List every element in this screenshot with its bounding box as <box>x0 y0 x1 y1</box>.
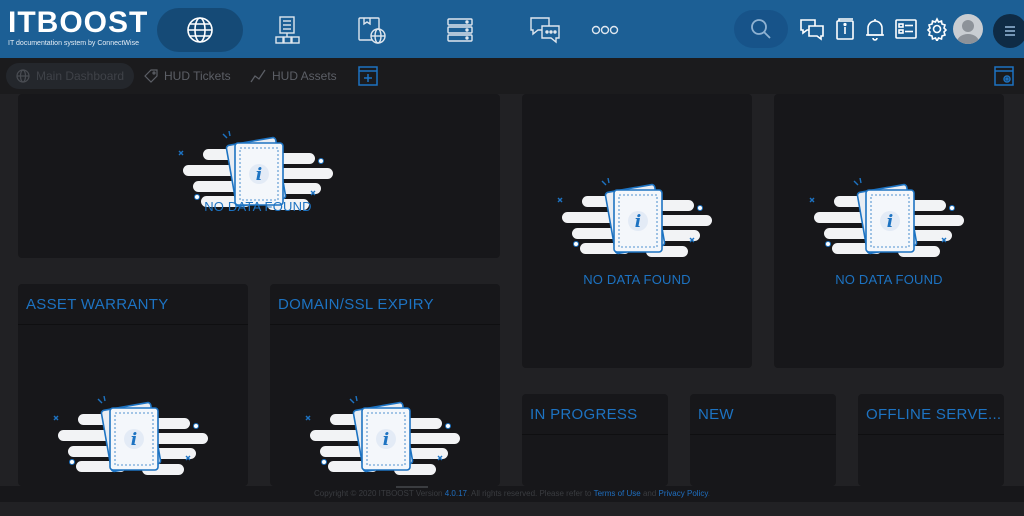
nav-more-button[interactable] <box>585 8 625 52</box>
no-data-icon: i <box>305 395 460 475</box>
tab-label: Main Dashboard <box>36 69 125 83</box>
widget-title: IN PROGRESS <box>530 406 638 423</box>
tag-icon <box>144 69 158 83</box>
widget-new: NEW <box>690 394 836 486</box>
rights-text: . All rights reserved. Please refer to <box>467 489 592 498</box>
globe-icon <box>16 69 30 83</box>
user-avatar[interactable] <box>953 14 983 44</box>
divider <box>18 324 248 325</box>
documents-globe-icon <box>358 17 386 44</box>
menu-button[interactable] <box>993 14 1024 48</box>
tab-label: HUD Assets <box>272 69 337 83</box>
divider <box>270 324 500 325</box>
chat-bubbles-button[interactable] <box>799 16 825 42</box>
bell-icon <box>866 19 884 41</box>
dashboard-button[interactable] <box>893 16 919 42</box>
terms-link[interactable]: Terms of Use <box>594 489 641 498</box>
logo-subtitle: IT documentation system by ConnectWise <box>8 40 139 47</box>
no-data-icon: i <box>53 395 208 475</box>
no-data-text: NO DATA FOUND <box>583 272 691 287</box>
svg-text:i: i <box>635 212 641 232</box>
no-data-text: NO DATA FOUND <box>835 272 943 287</box>
widget-title: DOMAIN/SSL EXPIRY <box>278 296 434 313</box>
no-data-icon: i <box>809 177 964 257</box>
widget-title: OFFLINE SERVE... <box>866 406 1002 423</box>
more-icon <box>591 25 619 35</box>
divider <box>522 434 668 435</box>
avatar-icon <box>957 20 979 44</box>
dashboard-tab-bar: Main Dashboard HUD Tickets HUD Assets <box>0 58 1024 94</box>
trend-icon <box>250 69 266 83</box>
widget-title: NEW <box>698 406 734 423</box>
no-data-placeholder: i NO DATA FOUND <box>804 177 974 298</box>
svg-text:i: i <box>887 212 893 232</box>
itboost-logo[interactable]: ITBOOST IT documentation system by Conne… <box>8 6 153 54</box>
svg-text:i: i <box>256 165 262 185</box>
tab-hud-tickets[interactable]: HUD Tickets <box>134 63 241 89</box>
no-data-icon: i <box>557 177 712 257</box>
nav-globe-button[interactable] <box>157 8 243 52</box>
menu-icon <box>1005 26 1015 36</box>
widget-top-left: i NO DATA FOUND <box>18 94 500 258</box>
divider <box>858 434 1004 435</box>
add-dashboard-icon <box>358 66 378 86</box>
organizations-icon <box>275 16 300 44</box>
nav-chat-button[interactable] <box>525 8 565 52</box>
privacy-link[interactable]: Privacy Policy <box>659 489 708 498</box>
version-link[interactable]: 4.0.17 <box>445 489 467 498</box>
notifications-button[interactable] <box>862 16 888 42</box>
footer: Copyright © 2020 ITBOOST Version 4.0.17.… <box>0 486 1024 502</box>
search-button[interactable] <box>734 10 788 48</box>
no-data-text: NO DATA FOUND <box>204 199 312 214</box>
scroll-indicator[interactable] <box>396 486 428 488</box>
svg-text:i: i <box>131 430 137 450</box>
copyright-text: Copyright © 2020 ITBOOST Version <box>314 489 443 498</box>
widget-top-right: i NO DATA FOUND <box>774 94 1004 368</box>
book-icon <box>836 18 854 40</box>
globe-icon <box>187 17 213 43</box>
tab-main-dashboard[interactable]: Main Dashboard <box>6 63 135 89</box>
dashboard-settings-button[interactable] <box>993 65 1015 92</box>
chat-bubbles-icon <box>800 19 824 41</box>
widget-domain-ssl-expiry: DOMAIN/SSL EXPIRY i <box>270 284 500 486</box>
and-text: and <box>642 489 657 498</box>
search-icon <box>751 19 771 39</box>
dashboard-icon <box>895 19 917 39</box>
server-icon <box>447 18 473 42</box>
widget-top-middle: i NO DATA FOUND <box>522 94 752 368</box>
svg-text:i: i <box>383 430 389 450</box>
widget-in-progress: IN PROGRESS <box>522 394 668 486</box>
divider <box>690 434 836 435</box>
book-button[interactable] <box>832 16 858 42</box>
dashboard-settings-icon <box>994 66 1014 86</box>
tab-hud-assets[interactable]: HUD Assets <box>240 63 347 89</box>
nav-organizations-button[interactable] <box>268 8 308 52</box>
gear-icon <box>926 17 948 41</box>
nav-documents-button[interactable] <box>352 8 392 52</box>
nav-servers-button[interactable] <box>440 8 480 52</box>
no-data-placeholder: i NO DATA FOUND <box>552 177 722 298</box>
tab-label: HUD Tickets <box>164 69 231 83</box>
widget-asset-warranty: ASSET WARRANTY i <box>18 284 248 486</box>
no-data-placeholder: i NO DATA FOUND <box>173 130 343 251</box>
logo-text: ITBOOST <box>8 6 149 39</box>
widget-offline-servers: OFFLINE SERVE... <box>858 394 1004 486</box>
chat-icon <box>530 17 560 44</box>
top-navigation-bar: ITBOOST IT documentation system by Conne… <box>0 0 1024 58</box>
settings-button[interactable] <box>924 16 950 42</box>
add-dashboard-button[interactable] <box>357 65 379 92</box>
widget-title: ASSET WARRANTY <box>26 296 169 313</box>
